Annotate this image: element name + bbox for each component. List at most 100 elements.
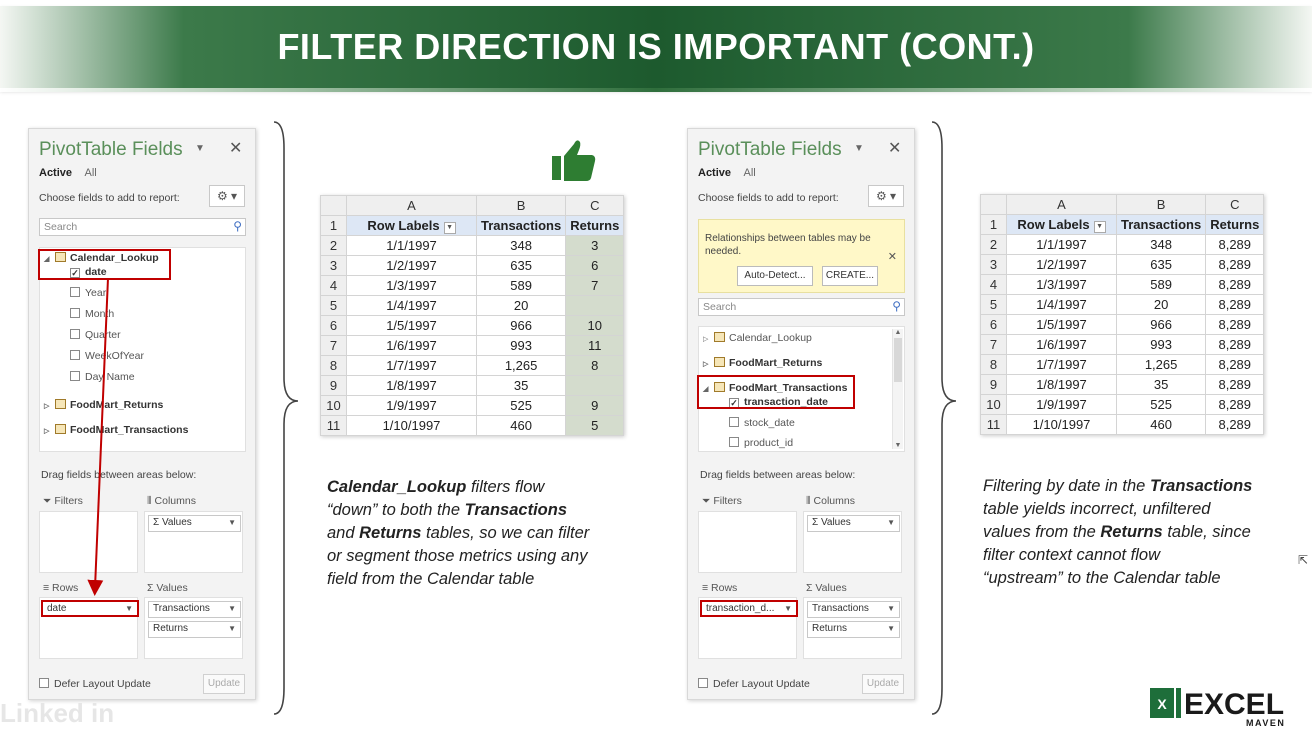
transactions-cell[interactable]: 966 — [1115, 314, 1207, 335]
row-label-cell[interactable]: 1/2/1997 — [1006, 254, 1117, 275]
transactions-header[interactable]: Transactions — [1115, 214, 1207, 235]
update-button[interactable]: Update — [862, 674, 904, 694]
returns-cell[interactable]: 8,289 — [1205, 374, 1265, 395]
values-transactions-pill[interactable]: Transactions ▼ — [807, 601, 900, 618]
transactions-cell[interactable]: 35 — [475, 375, 567, 396]
returns-header[interactable]: Returns — [1205, 214, 1265, 235]
column-header-c[interactable]: C — [1205, 194, 1265, 215]
returns-header[interactable]: Returns — [565, 215, 625, 236]
returns-cell[interactable]: 7 — [565, 275, 625, 296]
row-number[interactable]: 9 — [320, 375, 347, 396]
row-number[interactable]: 10 — [320, 395, 347, 416]
filters-area[interactable] — [698, 511, 797, 573]
returns-cell[interactable]: 5 — [565, 415, 625, 436]
row-labels-header[interactable]: Row Labels ▼ — [1006, 214, 1117, 235]
row-number[interactable]: 8 — [320, 355, 347, 376]
returns-cell[interactable]: 6 — [565, 255, 625, 276]
values-area[interactable]: Transactions ▼ Returns ▼ — [803, 597, 902, 659]
defer-layout-update-checkbox[interactable]: Defer Layout Update — [698, 678, 810, 690]
row-number[interactable]: 2 — [980, 234, 1007, 255]
returns-cell[interactable]: 11 — [565, 335, 625, 356]
row-label-cell[interactable]: 1/6/1997 — [346, 335, 477, 356]
returns-cell[interactable]: 8,289 — [1205, 254, 1265, 275]
row-label-cell[interactable]: 1/10/1997 — [1006, 414, 1117, 435]
returns-cell[interactable] — [565, 375, 625, 396]
transactions-cell[interactable]: 35 — [1115, 374, 1207, 395]
row-number[interactable]: 7 — [980, 334, 1007, 355]
row-label-cell[interactable]: 1/9/1997 — [346, 395, 477, 416]
row-label-cell[interactable]: 1/10/1997 — [346, 415, 477, 436]
close-icon[interactable]: ✕ — [888, 250, 897, 263]
pane-options-dropdown-icon[interactable]: ▼ — [854, 143, 864, 154]
transactions-cell[interactable]: 348 — [475, 235, 567, 256]
row-number[interactable]: 9 — [980, 374, 1007, 395]
auto-detect-button[interactable]: Auto-Detect... — [737, 266, 813, 286]
row-number[interactable]: 6 — [980, 314, 1007, 335]
row-label-cell[interactable]: 1/4/1997 — [1006, 294, 1117, 315]
rows-area[interactable]: transaction_d... ▼ — [698, 597, 798, 659]
sheet-corner[interactable] — [320, 195, 347, 216]
returns-cell[interactable]: 8,289 — [1205, 414, 1265, 435]
row-label-cell[interactable]: 1/7/1997 — [346, 355, 477, 376]
returns-cell[interactable]: 8 — [565, 355, 625, 376]
row-label-cell[interactable]: 1/3/1997 — [346, 275, 477, 296]
row-number[interactable]: 1 — [320, 215, 347, 236]
column-header-b[interactable]: B — [475, 195, 567, 216]
row-number[interactable]: 5 — [980, 294, 1007, 315]
row-label-cell[interactable]: 1/4/1997 — [346, 295, 477, 316]
row-number[interactable]: 3 — [980, 254, 1007, 275]
close-icon[interactable]: ✕ — [888, 138, 901, 158]
transactions-cell[interactable]: 20 — [475, 295, 567, 316]
transactions-cell[interactable]: 1,265 — [475, 355, 567, 376]
table-calendar-lookup[interactable]: ▷ Calendar_Lookup — [703, 332, 812, 344]
gear-icon[interactable]: ⚙ ▾ — [868, 185, 904, 207]
returns-cell[interactable]: 8,289 — [1205, 354, 1265, 375]
tab-all[interactable]: All — [743, 167, 755, 179]
sheet-corner[interactable] — [980, 194, 1007, 215]
row-label-cell[interactable]: 1/8/1997 — [1006, 374, 1117, 395]
returns-cell[interactable]: 8,289 — [1205, 274, 1265, 295]
row-label-cell[interactable]: 1/9/1997 — [1006, 394, 1117, 415]
rows-transaction-date-pill[interactable]: transaction_d... ▼ — [700, 600, 798, 617]
row-number[interactable]: 2 — [320, 235, 347, 256]
field-product-id[interactable]: product_id — [729, 437, 793, 449]
row-label-cell[interactable]: 1/7/1997 — [1006, 354, 1117, 375]
field-stock-date[interactable]: stock_date — [729, 417, 795, 429]
row-number[interactable]: 11 — [980, 414, 1007, 435]
row-number[interactable]: 10 — [980, 394, 1007, 415]
transactions-cell[interactable]: 20 — [1115, 294, 1207, 315]
returns-cell[interactable]: 8,289 — [1205, 334, 1265, 355]
returns-cell[interactable]: 3 — [565, 235, 625, 256]
row-number[interactable]: 5 — [320, 295, 347, 316]
field-search-input[interactable]: Search ⚲ — [698, 298, 905, 316]
transactions-cell[interactable]: 589 — [1115, 274, 1207, 295]
checkbox-icon[interactable] — [729, 437, 739, 447]
scrollbar-thumb[interactable] — [894, 338, 902, 382]
row-labels-header[interactable]: Row Labels ▼ — [346, 215, 477, 236]
row-label-cell[interactable]: 1/5/1997 — [1006, 314, 1117, 335]
column-header-b[interactable]: B — [1115, 194, 1207, 215]
returns-cell[interactable]: 8,289 — [1205, 314, 1265, 335]
row-label-cell[interactable]: 1/8/1997 — [346, 375, 477, 396]
transactions-cell[interactable]: 635 — [475, 255, 567, 276]
transactions-cell[interactable]: 460 — [475, 415, 567, 436]
columns-values-pill[interactable]: Σ Values ▼ — [807, 515, 900, 532]
row-number[interactable]: 4 — [980, 274, 1007, 295]
returns-cell[interactable]: 9 — [565, 395, 625, 416]
filter-dropdown-icon[interactable]: ▼ — [443, 221, 456, 234]
row-label-cell[interactable]: 1/1/1997 — [1006, 234, 1117, 255]
checkbox-icon[interactable] — [698, 678, 708, 688]
row-number[interactable]: 1 — [980, 214, 1007, 235]
transactions-cell[interactable]: 635 — [1115, 254, 1207, 275]
row-label-cell[interactable]: 1/1/1997 — [346, 235, 477, 256]
row-label-cell[interactable]: 1/5/1997 — [346, 315, 477, 336]
columns-area[interactable]: Σ Values ▼ — [803, 511, 902, 573]
transactions-cell[interactable]: 966 — [475, 315, 567, 336]
filter-dropdown-icon[interactable]: ▼ — [1093, 220, 1106, 233]
row-number[interactable]: 11 — [320, 415, 347, 436]
row-number[interactable]: 6 — [320, 315, 347, 336]
values-returns-pill[interactable]: Returns ▼ — [807, 621, 900, 638]
row-number[interactable]: 8 — [980, 354, 1007, 375]
transactions-cell[interactable]: 348 — [1115, 234, 1207, 255]
returns-cell[interactable]: 8,289 — [1205, 234, 1265, 255]
